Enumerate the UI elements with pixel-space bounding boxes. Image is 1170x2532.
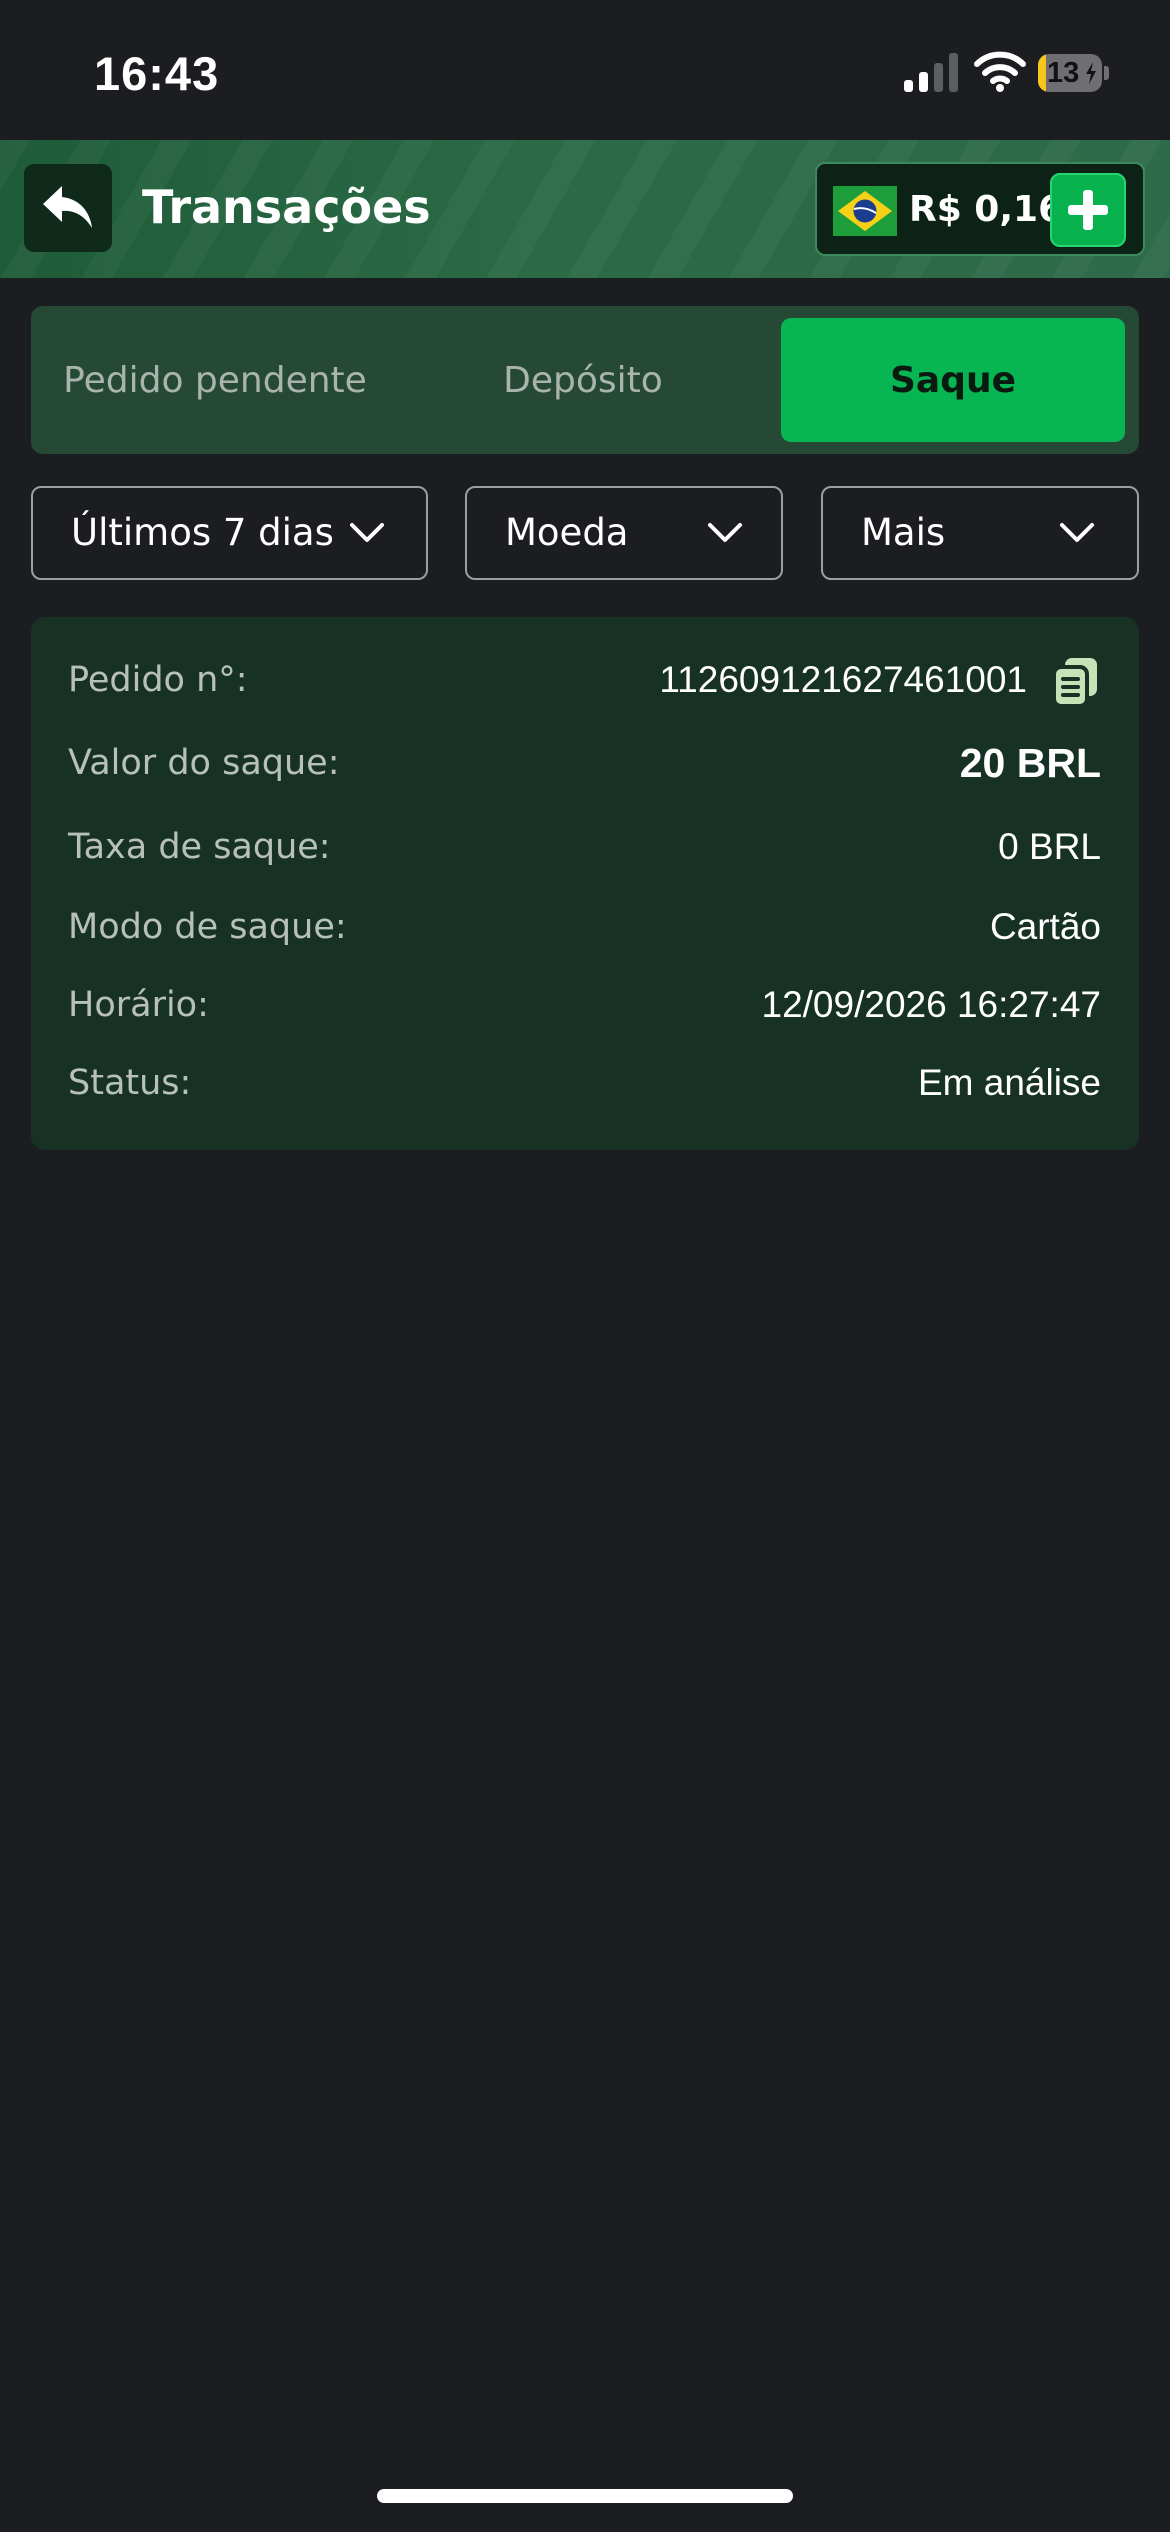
mode-label: Modo de saque: xyxy=(68,907,347,947)
wifi-icon xyxy=(974,51,1026,92)
time-value: 12/09/2026 16:27:47 xyxy=(761,984,1102,1025)
amount-label: Valor do saque: xyxy=(68,743,340,783)
transactions-screen: 16:43 13 Transações R$ 0,16 Pedido pende… xyxy=(0,0,1170,2532)
tab-pending-order[interactable]: Pedido pendente xyxy=(31,318,399,442)
amount-value: 20 BRL xyxy=(959,740,1101,786)
date-range-filter[interactable]: Últimos 7 dias xyxy=(31,486,428,580)
tab-deposit[interactable]: Depósito xyxy=(399,318,767,442)
status-time: 16:43 xyxy=(94,47,220,100)
order-number-label: Pedido n°: xyxy=(68,660,248,700)
amount-row: Valor do saque: 20 BRL xyxy=(68,733,1101,793)
fee-value: 0 BRL xyxy=(998,826,1101,867)
tab-withdraw[interactable]: Saque xyxy=(781,318,1125,442)
chevron-down-icon xyxy=(708,523,742,542)
brazil-flag-icon xyxy=(833,186,897,236)
app-header: Transações R$ 0,16 xyxy=(0,140,1170,278)
more-filter[interactable]: Mais xyxy=(821,486,1139,580)
status-label: Status: xyxy=(68,1063,192,1103)
order-number-row: Pedido n°: 112609121627461001 xyxy=(68,650,1101,710)
transaction-tabs: Pedido pendente Depósito Saque xyxy=(31,306,1139,454)
mode-row: Modo de saque: Cartão xyxy=(68,897,1101,957)
battery-icon: 13 xyxy=(1038,54,1110,92)
copy-icon[interactable] xyxy=(1051,656,1101,708)
fee-label: Taxa de saque: xyxy=(68,827,331,867)
date-range-label: Últimos 7 dias xyxy=(71,511,334,554)
time-label: Horário: xyxy=(68,985,209,1025)
order-number-value: 112609121627461001 xyxy=(659,659,1027,700)
charging-bolt-icon xyxy=(1086,62,1096,84)
page-title: Transações xyxy=(142,180,431,234)
balance-amount: R$ 0,16 xyxy=(909,189,1064,230)
plus-icon xyxy=(1068,190,1108,230)
wallet-balance[interactable]: R$ 0,16 xyxy=(815,162,1145,256)
home-indicator[interactable] xyxy=(377,2489,793,2503)
status-row: Status: Em análise xyxy=(68,1053,1101,1113)
fee-row: Taxa de saque: 0 BRL xyxy=(68,817,1101,877)
status-bar: 16:43 13 xyxy=(0,0,1170,140)
add-funds-button[interactable] xyxy=(1050,173,1126,247)
back-arrow-icon xyxy=(43,186,92,228)
chevron-down-icon xyxy=(1060,523,1094,542)
time-row: Horário: 12/09/2026 16:27:47 xyxy=(68,975,1101,1035)
back-button[interactable] xyxy=(24,164,112,252)
more-label: Mais xyxy=(861,511,946,554)
chevron-down-icon xyxy=(350,523,384,542)
status-value: Em análise xyxy=(917,1062,1101,1103)
mode-value: Cartão xyxy=(989,906,1101,947)
currency-label: Moeda xyxy=(505,511,629,554)
transaction-card: Pedido n°: 112609121627461001 Valor do s… xyxy=(31,617,1139,1150)
currency-filter[interactable]: Moeda xyxy=(465,486,783,580)
cellular-signal-icon xyxy=(904,52,958,92)
